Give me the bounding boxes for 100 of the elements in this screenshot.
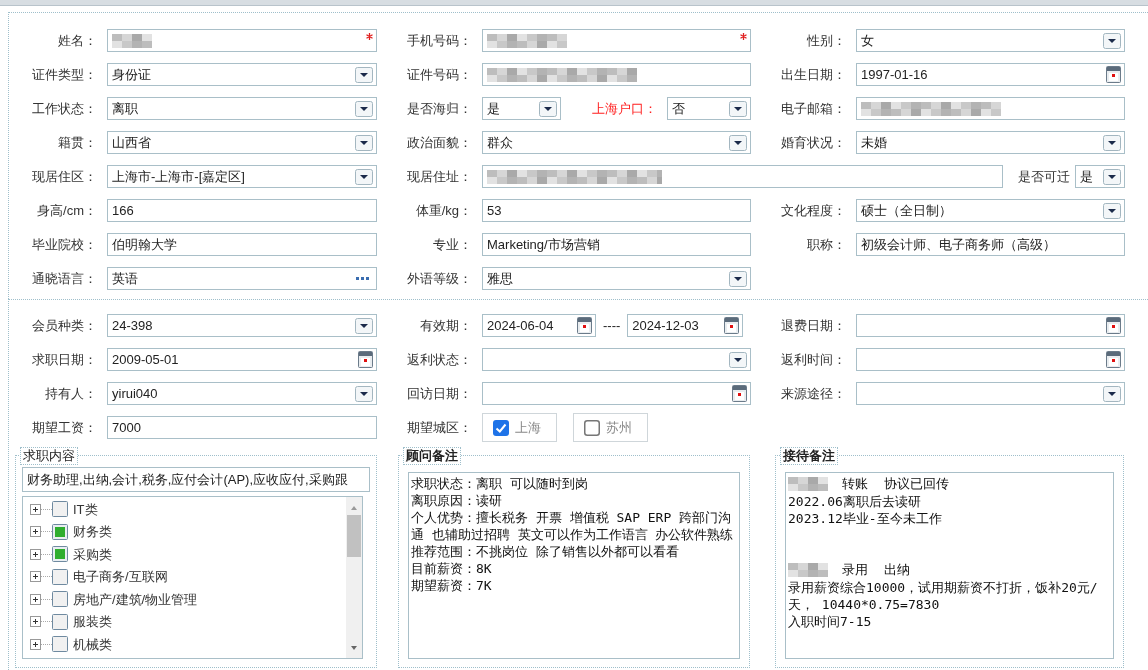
tree-item-label[interactable]: 机械类 <box>73 634 112 654</box>
tree-item-label[interactable]: 采购类 <box>73 544 112 564</box>
input-field[interactable] <box>482 165 1003 188</box>
notes-line: 录用薪资综合10000，试用期薪资不打折，饭补20元/天， 10440*0.75=7830 <box>788 579 1099 613</box>
calendar-icon <box>732 385 747 402</box>
more-icon <box>356 275 369 282</box>
tree-item-label[interactable]: 房地产/建筑/物业管理 <box>73 589 198 609</box>
field-label: 专业： <box>432 235 472 254</box>
field-label: 证件号码： <box>406 65 472 84</box>
calendar-icon <box>1106 351 1121 368</box>
notes-textarea[interactable]: 转账 协议已回传 2022.06离职后去读研 2023.12毕业-至今未工作 录用 出纳 录用薪资综合10000，试用期薪资不打折，饭补20元/天， 10440*0.75=7830 入职时间7-15 <box>785 472 1114 659</box>
expand-icon[interactable] <box>30 503 41 515</box>
expand-icon[interactable] <box>30 571 41 583</box>
expand-icon[interactable] <box>30 593 41 605</box>
field-label: 会员种类： <box>31 316 97 335</box>
notes-line: 录用 出纳 <box>842 561 910 578</box>
input-field[interactable]: 53 <box>482 199 751 222</box>
select-field[interactable]: 硕士（全日制） <box>856 199 1125 222</box>
select-field[interactable]: yirui040 <box>107 382 377 405</box>
select-field[interactable]: 24-398 <box>107 314 377 337</box>
input-field[interactable]: Marketing/市场营销 <box>482 233 751 256</box>
select-field[interactable]: 否 <box>667 97 751 120</box>
select-field[interactable]: 上海市-上海市-[嘉定区] <box>107 165 377 188</box>
notes-textarea[interactable]: 求职状态：离职 可以随时到岗 离职原因：读研 个人优势：擅长税务 开票 增值税 SAP ERP 跨部门沟通 也辅助过招聘 英文可以作为工作语言 办公软件熟练 推荐范围：不挑岗位 除了销售以外都可以看看 目前薪资：8K 期望薪资：7K <box>408 472 740 659</box>
select-field[interactable] <box>856 382 1125 405</box>
date-field[interactable]: 1997-01-16 <box>856 63 1125 86</box>
notes-line: 离职原因：读研 <box>411 492 502 509</box>
select-field[interactable]: 是 <box>482 97 561 120</box>
calendar-icon <box>577 317 592 334</box>
field-label: 婚育状况： <box>780 133 846 152</box>
select-field[interactable]: 群众 <box>482 131 751 154</box>
select-field[interactable] <box>482 348 751 371</box>
tree-item-label[interactable]: 服装类 <box>73 612 112 632</box>
field-label: 求职日期： <box>31 350 97 369</box>
field-label: 来源途径： <box>780 384 846 403</box>
input-field[interactable] <box>107 29 377 52</box>
field-label: 工作状态： <box>31 99 97 118</box>
expand-icon[interactable] <box>30 638 41 650</box>
select-field[interactable]: 离职 <box>107 97 377 120</box>
checkbox[interactable] <box>52 523 68 540</box>
field-label: 持有人： <box>44 384 97 403</box>
range-separator: ---- <box>603 316 621 335</box>
expand-icon[interactable] <box>30 526 41 538</box>
input-field[interactable]: 伯明翰大学 <box>107 233 377 256</box>
notes-line: 推荐范围：不挑岗位 除了销售以外都可以看看 <box>411 543 679 560</box>
select-field[interactable]: 是 <box>1075 165 1125 188</box>
notes-line: 2022.06离职后去读研 <box>788 493 921 510</box>
field-label: 通晓语言： <box>31 269 97 288</box>
input-field[interactable]: 166 <box>107 199 377 222</box>
checkbox[interactable] <box>52 613 68 630</box>
input-field[interactable]: 初级会计师、电子商务师（高级） <box>856 233 1125 256</box>
expand-icon[interactable] <box>30 548 41 560</box>
field-label: 文化程度： <box>780 201 846 220</box>
date-field[interactable] <box>482 382 751 405</box>
field-label: 返利状态： <box>406 350 472 369</box>
field-label: 期望城区： <box>406 418 472 437</box>
field-label: 外语等级： <box>406 269 472 288</box>
checkbox[interactable] <box>52 591 68 608</box>
expand-icon[interactable] <box>30 616 41 628</box>
calendar-icon <box>1106 66 1121 83</box>
notes-line: 2023.12毕业-至今未工作 <box>788 510 942 527</box>
tree-item-label[interactable]: 电子商务/互联网 <box>73 567 168 587</box>
date-field[interactable] <box>856 348 1125 371</box>
lookup-field[interactable]: 英语 <box>107 267 377 290</box>
date-field[interactable]: 2024-06-04 <box>482 314 596 337</box>
field-label: 返利时间： <box>780 350 846 369</box>
field-label: 回访日期： <box>406 384 472 403</box>
select-field[interactable]: 女 <box>856 29 1125 52</box>
select-field[interactable]: 未婚 <box>856 131 1125 154</box>
field-label: 是否海归： <box>406 99 472 118</box>
input-field[interactable]: 财务助理,出纳,会计,税务,应付会计(AP),应收应付,采购跟 <box>22 467 370 492</box>
field-label: 期望工资： <box>31 418 97 437</box>
notes-line: 入职时间7-15 <box>788 613 872 630</box>
panel-title: 接待备注 <box>780 447 838 465</box>
field-label: 现居住址： <box>406 167 472 186</box>
input-field[interactable] <box>856 97 1125 120</box>
panel-title: 顾问备注 <box>403 447 461 465</box>
date-field[interactable]: 2024-12-03 <box>627 314 744 337</box>
checkbox[interactable] <box>52 546 68 563</box>
checkbox[interactable] <box>52 636 68 653</box>
tree-item-label[interactable]: 财务类 <box>73 522 112 542</box>
notes-line: 求职状态：离职 可以随时到岗 <box>411 475 588 492</box>
input-field[interactable] <box>482 63 751 86</box>
select-field[interactable]: 山西省 <box>107 131 377 154</box>
checkbox[interactable] <box>52 568 68 585</box>
field-label: 手机号码： <box>406 31 472 50</box>
field-label: 身高/cm： <box>36 201 97 220</box>
field-label: 是否可迁 <box>1017 167 1070 186</box>
select-field[interactable]: 身份证 <box>107 63 377 86</box>
field-label: 籍贯： <box>57 133 97 152</box>
tree-item-label[interactable]: IT类 <box>73 499 98 519</box>
select-field[interactable]: 雅思 <box>482 267 751 290</box>
date-field[interactable] <box>856 314 1125 337</box>
input-field[interactable] <box>482 29 751 52</box>
field-label: 退费日期： <box>780 316 846 335</box>
input-field[interactable]: 7000 <box>107 416 377 439</box>
notes-line: 个人优势：擅长税务 开票 增值税 SAP ERP 跨部门沟通 也辅助过招聘 英文可以作为工作语言 办公软件熟练 <box>411 509 735 543</box>
date-field[interactable]: 2009-05-01 <box>107 348 377 371</box>
checkbox[interactable] <box>52 501 68 518</box>
field-label: 出生日期： <box>780 65 846 84</box>
